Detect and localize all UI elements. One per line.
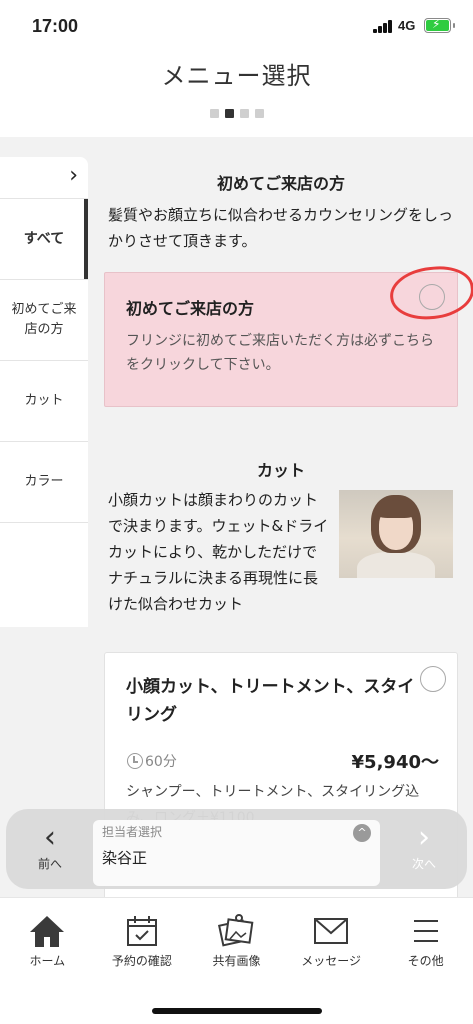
sidebar-item-color[interactable]: カラー — [0, 442, 88, 523]
sidebar-item-label: カラー — [24, 474, 64, 489]
staff-select-label: 担当者選択 — [102, 825, 163, 839]
section-title-cut: カット — [256, 461, 305, 480]
sidebar-item-cut[interactable]: カット — [0, 361, 88, 442]
tab-shared-images[interactable]: 共有画像 — [189, 898, 284, 979]
chevron-up-icon: ^ — [353, 824, 371, 842]
section-title-first-visit: 初めてご来店の方 — [216, 174, 345, 193]
home-indicator[interactable] — [152, 1008, 322, 1014]
menu-duration: 60分 — [145, 754, 177, 770]
staff-selection-bar: ‹ 前へ 担当者選択 染谷正 ^ › 次へ — [6, 809, 467, 889]
staff-select[interactable]: 担当者選択 染谷正 ^ — [93, 820, 380, 886]
sidebar-item-label: すべて — [23, 231, 65, 247]
mail-icon — [284, 912, 379, 950]
tab-bar: ホーム 予約の確認 共有画像 メッセージ その他 — [0, 897, 473, 979]
chevron-right-icon: › — [69, 163, 78, 188]
sidebar-item-all[interactable]: すべて — [0, 199, 88, 280]
chevron-right-icon: › — [418, 820, 430, 855]
sidebar-collapse-button[interactable]: › — [0, 157, 88, 199]
select-checkbox[interactable] — [420, 666, 446, 692]
tab-reservations[interactable]: 予約の確認 — [95, 898, 190, 979]
status-time: 17:00 — [32, 16, 79, 36]
signal-icon — [373, 20, 395, 33]
staff-select-value: 染谷正 — [102, 849, 148, 867]
card-description: フリンジに初めてご来店いただく方は必ずこちらをクリックして下さい。 — [126, 333, 434, 373]
tab-home[interactable]: ホーム — [0, 898, 95, 979]
tab-other[interactable]: その他 — [378, 898, 473, 979]
sidebar-item-first-visit[interactable]: 初めてご来店の方 — [0, 280, 88, 361]
sidebar-item-label: カット — [24, 393, 64, 408]
prev-button[interactable]: ‹ 前へ — [20, 821, 80, 879]
cut-model-photo — [339, 490, 453, 578]
card-title: 初めてご来店の方 — [126, 299, 255, 318]
network-type: 4G — [398, 18, 416, 33]
prev-label: 前へ — [37, 857, 62, 871]
main-content[interactable]: › すべて 初めてご来店の方 カット カラー 初めてご来店の方 髪質やお顔立ちに… — [0, 137, 473, 897]
next-label: 次へ — [411, 857, 436, 871]
battery-icon: ⚡ — [424, 17, 455, 33]
tab-label: ホーム — [29, 954, 66, 968]
category-sidebar: › すべて 初めてご来店の方 カット カラー — [0, 157, 88, 627]
tab-label: 共有画像 — [212, 954, 261, 968]
chevron-left-icon: ‹ — [44, 820, 56, 855]
tab-messages[interactable]: メッセージ — [284, 898, 379, 979]
shared-images-icon — [189, 912, 284, 950]
sidebar-item-label: 初めてご来店の方 — [11, 302, 77, 337]
home-icon — [0, 912, 95, 950]
menu-icon — [378, 912, 473, 950]
status-bar: 17:00 4G ⚡ — [0, 0, 473, 48]
step-indicator — [0, 109, 473, 118]
tab-label: メッセージ — [301, 954, 361, 968]
page-title: メニュー選択 — [161, 62, 312, 90]
menu-price: ¥5,940〜 — [351, 752, 439, 773]
section-description-first-visit: 髪質やお顔立ちに似合わせるカウンセリングをしっかりさせて頂きます。 — [108, 206, 454, 250]
clock-icon — [127, 753, 143, 769]
step-dot-active — [224, 109, 234, 118]
tab-label: 予約の確認 — [111, 954, 172, 968]
step-dot — [254, 109, 264, 118]
step-dot — [209, 109, 219, 118]
calendar-icon — [95, 912, 190, 950]
section-description-cut: 小顔カットは顔まわりのカットで決まります。ウェット&ドライカットにより、乾かした… — [108, 491, 329, 613]
menu-card-title: 小顔カット、トリートメント、スタイリング — [126, 677, 415, 725]
tab-label: その他 — [407, 954, 444, 968]
step-dot — [239, 109, 249, 118]
next-button[interactable]: › 次へ — [394, 821, 454, 879]
